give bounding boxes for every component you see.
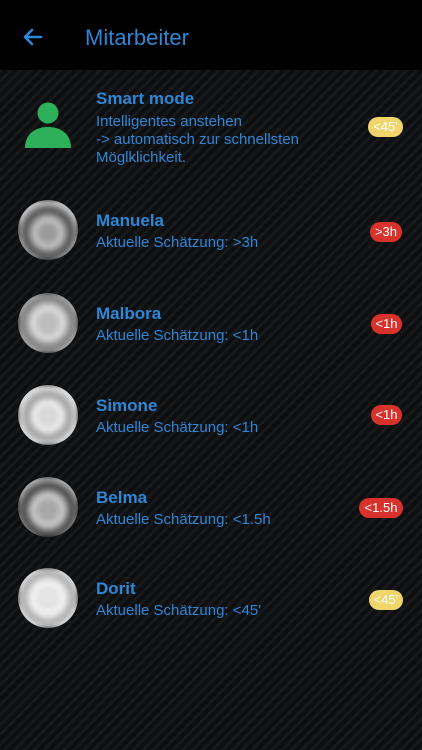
back-button[interactable]	[18, 22, 48, 52]
employee-name: Malbora	[96, 304, 162, 323]
estimate-label: Aktuelle Schätzung:	[96, 511, 229, 528]
avatar	[18, 200, 78, 260]
estimate-value: <45'	[232, 602, 262, 619]
smart-mode-item[interactable]: Smart mode Intelligentes anstehen -> aut…	[0, 70, 422, 190]
estimate-value: <1h	[232, 419, 259, 436]
estimate-badge: >3h	[370, 222, 402, 242]
page-title: Mitarbeiter	[85, 25, 189, 50]
estimate-badge: <1h	[371, 405, 402, 425]
arrow-left-icon	[23, 28, 43, 46]
estimate-label: Aktuelle Schätzung:	[96, 327, 229, 344]
employee-name: Dorit	[96, 579, 136, 598]
employee-item-malbora[interactable]: Malbora Aktuelle Schätzung: <1h <1h	[0, 293, 422, 383]
employee-item-simone[interactable]: Simone Aktuelle Schätzung: <1h <1h	[0, 385, 422, 475]
estimate-badge: <45'	[369, 590, 403, 610]
estimate-text: Aktuelle Schätzung: <1h	[96, 418, 258, 437]
estimate-value: <1.5h	[232, 511, 271, 528]
avatar	[18, 477, 78, 537]
estimate-label: Aktuelle Schätzung:	[96, 419, 229, 436]
estimate-label: Aktuelle Schätzung:	[96, 234, 229, 251]
employee-item-manuela[interactable]: Manuela Aktuelle Schätzung: >3h >3h	[0, 200, 422, 290]
estimate-value: >3h	[232, 234, 259, 251]
employee-item-belma[interactable]: Belma Aktuelle Schätzung: <1.5h <1.5h	[0, 477, 422, 567]
estimate-text: Aktuelle Schätzung: <1.5h	[96, 510, 271, 529]
smart-mode-description-line-2: -> automatisch zur schnellsten	[96, 131, 300, 148]
app-bar: Mitarbeiter	[0, 0, 422, 70]
employee-name: Belma	[96, 488, 148, 507]
smart-mode-description-line-3: Möglklichkeit.	[96, 149, 187, 166]
smart-mode-title: Smart mode	[96, 89, 195, 108]
estimate-text: Aktuelle Schätzung: >3h	[96, 233, 258, 252]
estimate-badge: <1.5h	[359, 498, 403, 518]
smart-mode-description-line-1: Intelligentes anstehen	[96, 113, 242, 130]
estimate-badge: <45'	[368, 117, 403, 137]
estimate-value: <1h	[232, 327, 259, 344]
estimate-label: Aktuelle Schätzung:	[96, 602, 229, 619]
employee-name: Manuela	[96, 211, 165, 230]
estimate-text: Aktuelle Schätzung: <45'	[96, 601, 261, 620]
avatar	[18, 293, 78, 353]
estimate-badge: <1h	[371, 314, 402, 334]
avatar	[18, 568, 78, 628]
estimate-text: Aktuelle Schätzung: <1h	[96, 326, 258, 345]
person-icon	[25, 102, 71, 148]
avatar	[18, 385, 78, 445]
employee-name: Simone	[96, 396, 158, 415]
employee-item-dorit[interactable]: Dorit Aktuelle Schätzung: <45' <45'	[0, 568, 422, 658]
